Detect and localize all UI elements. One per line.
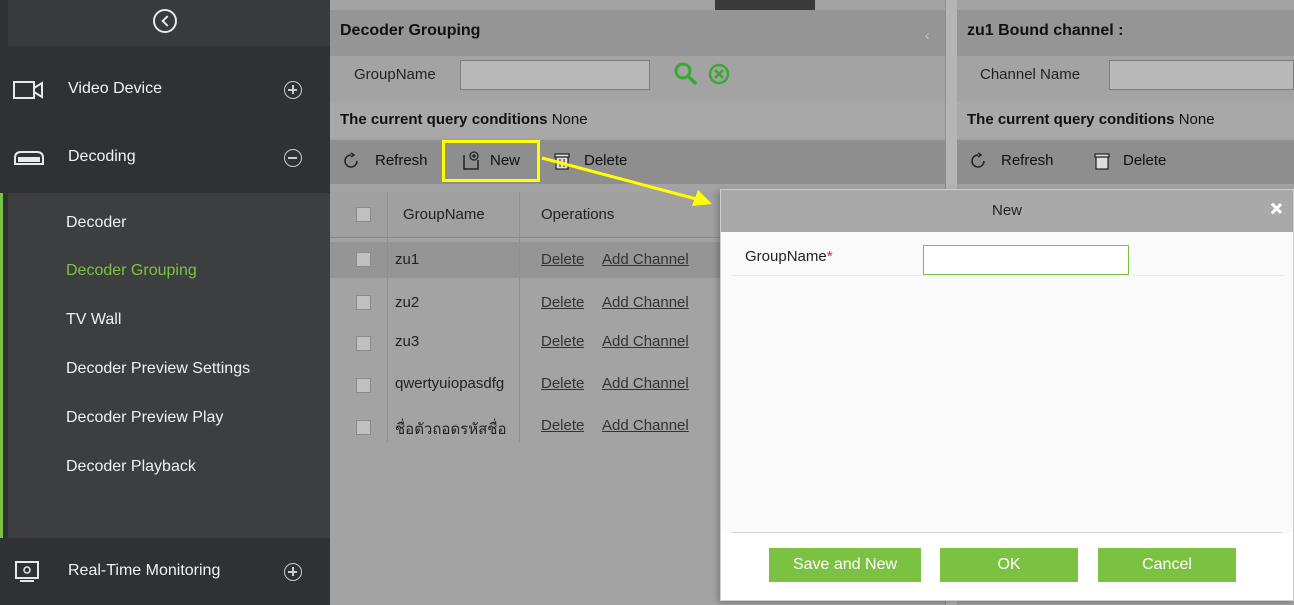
refresh-button[interactable]: Refresh <box>375 152 428 169</box>
add-channel-link[interactable]: Add Channel <box>602 251 689 268</box>
search-label: Channel Name <box>980 66 1081 83</box>
refresh-button[interactable]: Refresh <box>1001 152 1054 169</box>
query-label: The current query conditions None <box>340 111 588 128</box>
channel-name-search-input[interactable] <box>1109 60 1294 90</box>
query-value: None <box>551 111 588 128</box>
delete-link[interactable]: Delete <box>541 417 584 434</box>
sidebar-module-real-time-monitoring[interactable]: Real-Time Monitoring <box>0 548 330 594</box>
sidebar-item-tv-wall[interactable]: TV Wall <box>66 311 121 329</box>
sidebar-module-label: Real-Time Monitoring <box>68 562 221 579</box>
group-name-cell: zu2 <box>395 294 420 311</box>
row-checkbox[interactable] <box>356 295 371 310</box>
top-strip <box>715 0 815 10</box>
form-row: GroupName* <box>731 232 1283 276</box>
dialog-body: GroupName* <box>721 232 1293 532</box>
row-checkbox[interactable] <box>356 378 371 393</box>
column-divider <box>519 192 520 442</box>
group-name-cell: ชื่อตัวถอดรหัสชื่อ <box>395 421 507 438</box>
chevron-left-icon[interactable]: ‹ <box>925 27 930 43</box>
group-name-input[interactable] <box>923 245 1129 275</box>
add-channel-link[interactable]: Add Channel <box>602 333 689 350</box>
cancel-button[interactable]: Cancel <box>1098 548 1236 582</box>
camera-icon <box>13 81 43 99</box>
decoding-submenu: Decoder Decoder Grouping TV Wall Decoder… <box>8 193 330 538</box>
toolbar: Refresh Delete <box>957 140 1294 184</box>
query-conditions: The current query conditions None <box>957 102 1294 138</box>
sidebar-item-decoder-playback[interactable]: Decoder Playback <box>66 458 196 476</box>
row-checkbox[interactable] <box>356 252 371 267</box>
search-icon[interactable] <box>673 61 699 87</box>
panel-title: Decoder Grouping <box>340 22 481 39</box>
sidebar-module-label: Video Device <box>68 80 162 97</box>
add-channel-link[interactable]: Add Channel <box>602 375 689 392</box>
dialog-header: New <box>721 190 1293 232</box>
add-channel-link[interactable]: Add Channel <box>602 294 689 311</box>
sidebar-item-decoder-grouping[interactable]: Decoder Grouping <box>66 262 197 280</box>
column-divider <box>387 192 388 442</box>
expand-icon[interactable] <box>284 81 302 99</box>
sidebar-item-decoder-preview-play[interactable]: Decoder Preview Play <box>66 409 223 427</box>
select-all-checkbox[interactable] <box>356 207 371 222</box>
query-value: None <box>1178 111 1215 128</box>
group-name-cell: zu1 <box>395 251 420 268</box>
sidebar-item-decoder-preview-settings[interactable]: Decoder Preview Settings <box>66 360 250 378</box>
sidebar-module-decoding[interactable]: Decoding <box>0 134 330 180</box>
sidebar-module-video-device[interactable]: Video Device <box>0 66 330 112</box>
sidebar-module-label: Decoding <box>68 148 136 165</box>
delete-button[interactable]: Delete <box>1123 152 1166 169</box>
group-name-cell: qwertyuiopasdfg <box>395 375 505 392</box>
group-name-label: GroupName* <box>745 248 833 265</box>
collapse-sidebar-icon[interactable] <box>153 9 177 33</box>
highlight-box <box>442 140 540 182</box>
search-label: GroupName <box>354 66 436 83</box>
delete-link[interactable]: Delete <box>541 333 584 350</box>
column-header-groupname: GroupName <box>403 206 485 223</box>
required-mark: * <box>826 248 833 265</box>
delete-link[interactable]: Delete <box>541 251 584 268</box>
active-indicator <box>0 193 8 538</box>
search-bar: Channel Name <box>957 56 1294 100</box>
new-group-dialog: New GroupName* Save and New OK Cancel <box>720 189 1294 601</box>
decoder-icon <box>14 151 44 165</box>
delete-link[interactable]: Delete <box>541 294 584 311</box>
query-label: The current query conditions None <box>967 111 1215 128</box>
sidebar-collapse-row <box>8 0 330 46</box>
row-checkbox[interactable] <box>356 420 371 435</box>
add-channel-link[interactable]: Add Channel <box>602 417 689 434</box>
query-conditions: The current query conditions None <box>330 102 945 138</box>
clear-icon[interactable] <box>707 62 731 86</box>
trash-icon[interactable] <box>1092 151 1112 171</box>
dialog-title: New <box>991 202 1022 219</box>
sidebar-item-decoder[interactable]: Decoder <box>66 214 126 232</box>
monitor-icon <box>15 561 39 582</box>
delete-link[interactable]: Delete <box>541 375 584 392</box>
group-name-search-input[interactable] <box>460 60 650 90</box>
panel-titlebar: zu1 Bound channel : <box>957 10 1294 56</box>
group-name-cell: zu3 <box>395 333 420 350</box>
refresh-icon[interactable] <box>969 152 987 170</box>
close-icon[interactable] <box>1266 199 1286 219</box>
refresh-icon[interactable] <box>342 152 360 170</box>
ok-button[interactable]: OK <box>940 548 1078 582</box>
panel-title: zu1 Bound channel : <box>967 22 1124 39</box>
expand-icon[interactable] <box>284 563 302 581</box>
sidebar: Video Device Decoding Decoder Decoder Gr… <box>0 0 330 605</box>
dialog-footer: Save and New OK Cancel <box>731 532 1283 600</box>
row-checkbox[interactable] <box>356 336 371 351</box>
save-and-new-button[interactable]: Save and New <box>769 548 921 582</box>
collapse-icon[interactable] <box>284 149 302 167</box>
panel-titlebar: Decoder Grouping ‹ <box>330 10 945 56</box>
annotation-arrow <box>541 156 712 206</box>
search-bar: GroupName <box>330 56 945 100</box>
